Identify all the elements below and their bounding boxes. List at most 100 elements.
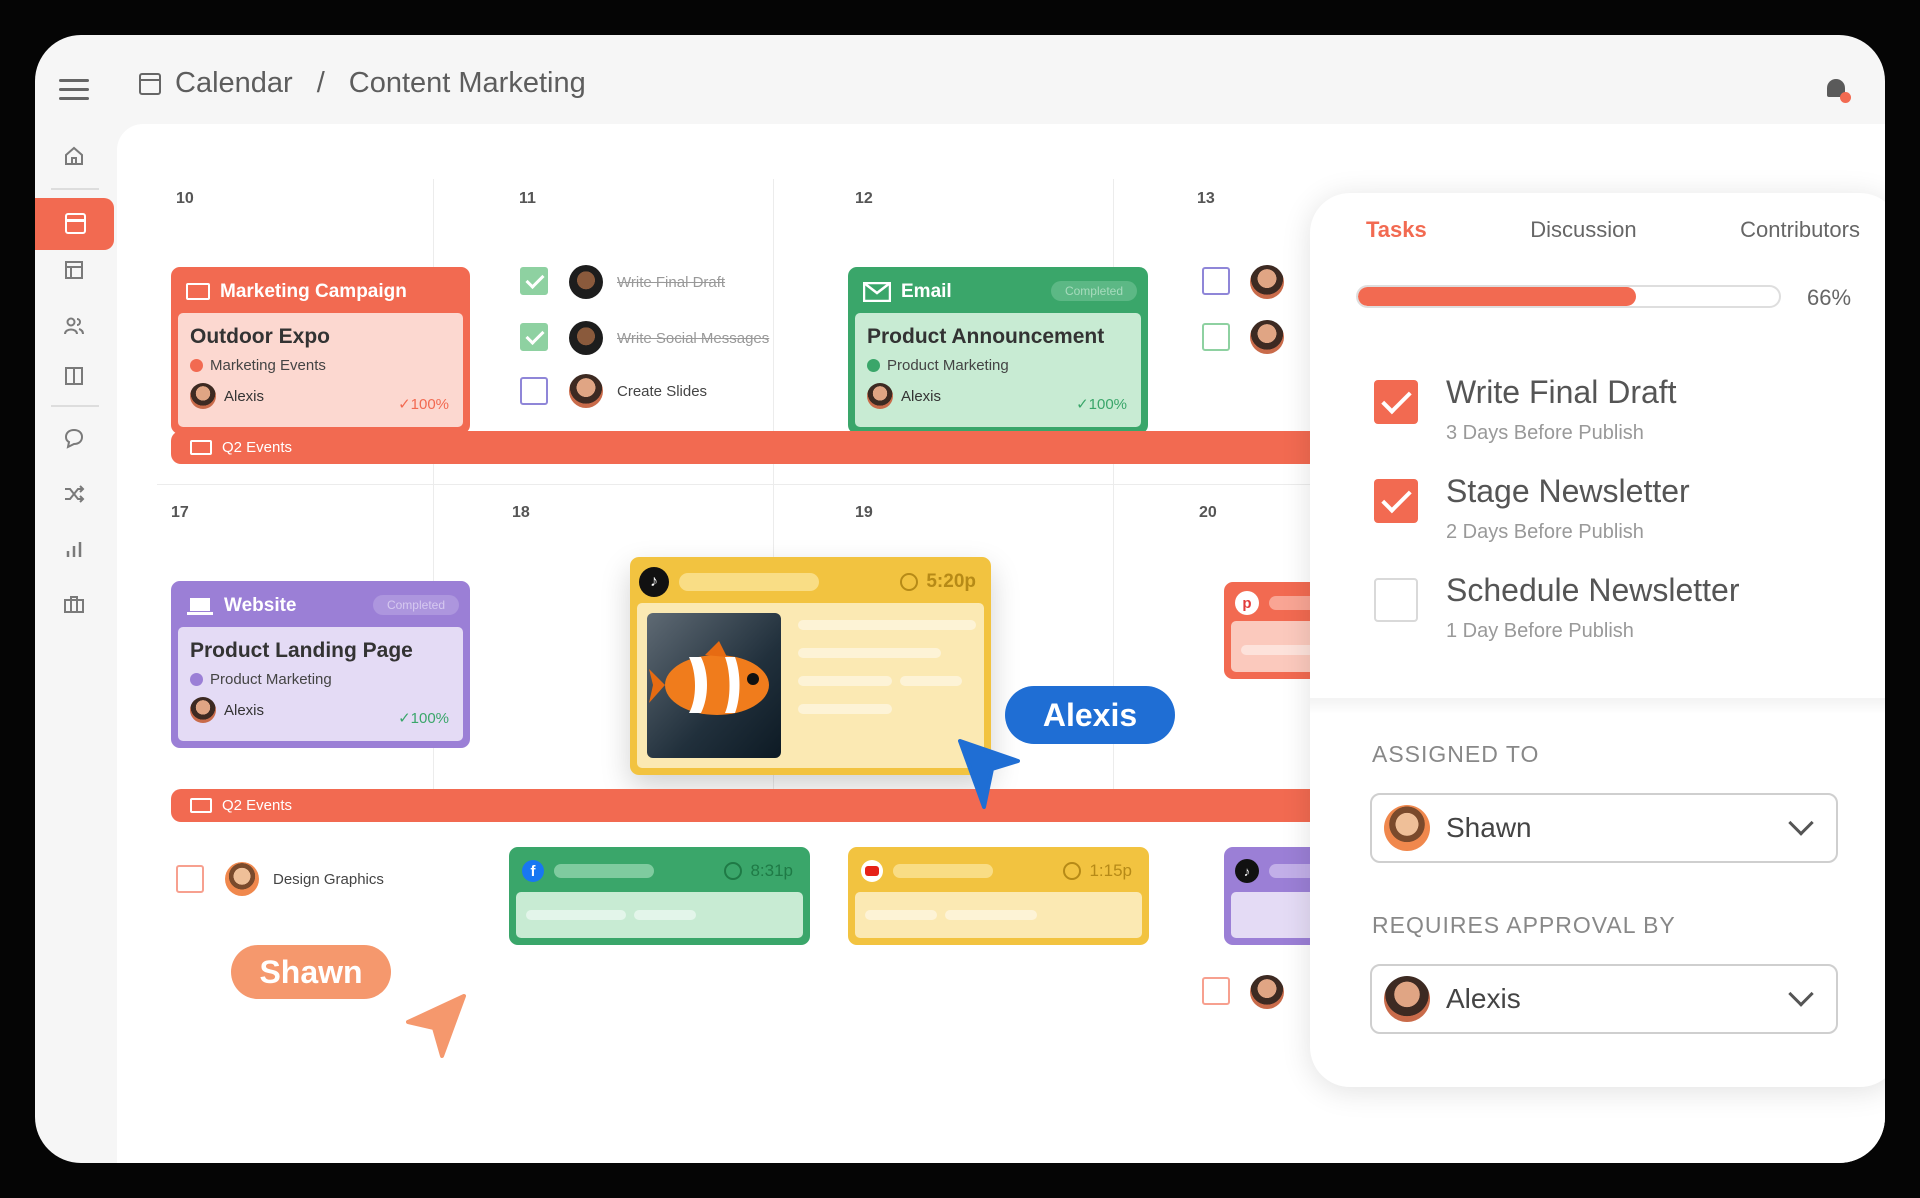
card-header: f 8:31p: [512, 850, 807, 892]
folder-icon: [186, 283, 210, 300]
task-checkbox[interactable]: [1374, 578, 1418, 622]
clock-icon: [900, 572, 919, 591]
placeholder-bar: [554, 864, 654, 878]
card-header: ♪ 5:20p: [633, 560, 988, 603]
fish-image: [647, 613, 781, 758]
marketing-campaign-card[interactable]: Marketing Campaign Outdoor Expo Marketin…: [171, 267, 470, 434]
approval-select[interactable]: Alexis: [1370, 964, 1838, 1034]
task-checkbox[interactable]: [1202, 267, 1230, 295]
card-tag: Product Marketing: [867, 357, 1129, 374]
day-number: 10: [176, 190, 194, 207]
chevron-down-icon: [1788, 810, 1814, 836]
home-icon[interactable]: [63, 145, 85, 167]
progress-fill: [1358, 287, 1636, 306]
facebook-icon: f: [522, 860, 544, 882]
task-item[interactable]: Write Social Messages: [569, 321, 769, 355]
placeholder-bar: [893, 864, 993, 878]
assigned-to-value: Shawn: [1446, 812, 1532, 843]
post-time: 8:31p: [724, 861, 793, 881]
avatar: [569, 374, 603, 408]
tab-tasks[interactable]: Tasks: [1366, 217, 1427, 243]
shuffle-icon[interactable]: [63, 483, 85, 505]
task-due: 3 Days Before Publish: [1446, 422, 1644, 444]
sidebar-divider: [51, 405, 99, 407]
card-title: Product Landing Page: [190, 639, 413, 662]
task-checkbox[interactable]: [520, 323, 548, 351]
avatar: [569, 321, 603, 355]
task-checkbox[interactable]: [1202, 977, 1230, 1005]
avatar: [1250, 320, 1284, 354]
task-checkbox[interactable]: [520, 267, 548, 295]
status-badge: Completed: [372, 595, 459, 615]
event-band[interactable]: Q2 Events: [171, 789, 1371, 822]
avatar: [1384, 976, 1430, 1022]
card-progress: ✓100%: [398, 710, 449, 727]
clock-icon: [724, 862, 743, 880]
post-time: 5:20p: [900, 571, 976, 593]
avatar: [1250, 975, 1284, 1009]
card-header: Marketing Campaign: [174, 270, 467, 313]
task-checkbox[interactable]: [1202, 323, 1230, 351]
top-bar: Calendar / Content Marketing: [35, 35, 1885, 125]
columns-icon[interactable]: [63, 365, 85, 387]
menu-icon[interactable]: [59, 79, 89, 101]
placeholder-bar: [679, 572, 819, 591]
cursor-label-alexis: Alexis: [1005, 686, 1175, 744]
card-body: [855, 892, 1142, 938]
email-card[interactable]: Email Completed Product Announcement Pro…: [848, 267, 1148, 434]
card-tag: Product Marketing: [190, 671, 451, 688]
event-band[interactable]: Q2 Events: [171, 431, 1371, 464]
facebook-post-card[interactable]: f 8:31p: [509, 847, 810, 945]
tab-contributors[interactable]: Contributors: [1740, 217, 1860, 243]
task-checkbox[interactable]: [176, 865, 204, 893]
card-tag: Marketing Events: [190, 357, 451, 374]
task-checkbox[interactable]: [1374, 380, 1418, 424]
card-body: [637, 603, 984, 768]
avatar: [190, 697, 216, 723]
youtube-post-card[interactable]: 1:15p: [848, 847, 1149, 945]
app-window: Calendar / Content Marketing 10 11 12 13…: [35, 35, 1885, 1163]
avatar: [225, 862, 259, 896]
day-number: 12: [855, 190, 873, 207]
post-time: 1:15p: [1063, 861, 1132, 881]
panel-tabs: Tasks Discussion Contributors: [1366, 217, 1860, 243]
placeholder-line: [798, 648, 941, 658]
website-card[interactable]: Website Completed Product Landing Page P…: [171, 581, 470, 748]
task-item[interactable]: Create Slides: [569, 374, 707, 408]
tiktok-icon: ♪: [639, 566, 669, 597]
tab-discussion[interactable]: Discussion: [1530, 217, 1636, 243]
assigned-to-select[interactable]: Shawn: [1370, 793, 1838, 863]
row-divider: [157, 484, 1357, 485]
folder-icon: [190, 798, 212, 813]
laptop-icon: [187, 597, 213, 615]
users-icon[interactable]: [63, 315, 85, 337]
chevron-down-icon: [1788, 981, 1814, 1007]
task-checkbox[interactable]: [1374, 479, 1418, 523]
card-body: [516, 892, 803, 938]
card-body: Product Announcement Product Marketing A…: [855, 313, 1141, 427]
clock-icon: [1063, 862, 1082, 880]
status-badge: Completed: [1050, 281, 1137, 301]
day-number: 17: [171, 504, 189, 521]
chat-icon[interactable]: [63, 427, 85, 449]
breadcrumb-root[interactable]: Calendar: [175, 67, 293, 100]
bar-chart-icon[interactable]: [63, 538, 85, 560]
avatar: [569, 265, 603, 299]
tiktok-icon: ♪: [1235, 859, 1259, 883]
placeholder-line: [798, 704, 892, 714]
tiktok-post-card[interactable]: ♪ 5:20p: [630, 557, 991, 775]
cursor-arrow-icon: [958, 739, 1020, 809]
layout-icon[interactable]: [63, 259, 85, 281]
notification-bell-icon[interactable]: [1825, 77, 1851, 103]
task-item[interactable]: Design Graphics: [225, 862, 384, 896]
day-number: 18: [512, 504, 530, 521]
pinterest-icon: p: [1235, 591, 1259, 615]
breadcrumb-separator: /: [316, 67, 325, 99]
card-title: Product Announcement: [867, 325, 1105, 348]
sidebar-item-calendar[interactable]: [35, 198, 114, 250]
requires-approval-label: REQUIRES APPROVAL BY: [1372, 912, 1676, 938]
task-checkbox[interactable]: [520, 377, 548, 405]
cursor-arrow-icon: [406, 994, 466, 1058]
task-item[interactable]: Write Final Draft: [569, 265, 725, 299]
briefcase-icon[interactable]: [63, 593, 85, 615]
